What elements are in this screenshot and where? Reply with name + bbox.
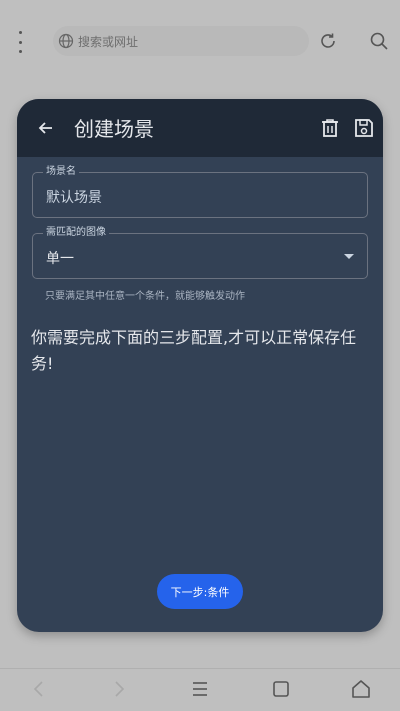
match-image-select[interactable]: 需匹配的图像 单一 <box>32 226 368 279</box>
save-icon[interactable] <box>353 117 375 139</box>
scene-name-value: 默认场景 <box>46 190 102 206</box>
scene-name-label: 场景名 <box>43 165 79 179</box>
browser-top-bar: 搜索或网址 <box>0 0 400 84</box>
match-image-value: 单一 <box>46 251 74 267</box>
address-placeholder: 搜索或网址 <box>78 34 139 49</box>
browser-bottom-nav <box>0 668 400 711</box>
back-icon[interactable] <box>28 678 50 700</box>
forward-icon[interactable] <box>108 678 130 700</box>
match-image-label: 需匹配的图像 <box>43 226 109 240</box>
instruction-text: 你需要完成下面的三步配置,才可以正常保存任务! <box>31 328 357 373</box>
back-arrow-icon[interactable] <box>35 117 57 139</box>
tabs-icon[interactable] <box>270 678 292 700</box>
search-icon[interactable] <box>369 31 389 51</box>
more-vertical-icon[interactable] <box>12 31 28 53</box>
refresh-icon[interactable] <box>318 31 338 51</box>
dropdown-arrow-icon <box>344 254 354 259</box>
helper-text: 只要满足其中任意一个条件，就能够触发动作 <box>45 291 245 302</box>
next-step-button[interactable]: 下一步:条件 <box>157 574 243 609</box>
menu-icon[interactable] <box>189 678 211 700</box>
home-icon[interactable] <box>350 678 372 700</box>
delete-icon[interactable] <box>319 117 341 139</box>
scene-name-field[interactable]: 场景名 默认场景 <box>32 165 368 218</box>
address-bar[interactable]: 搜索或网址 <box>53 26 309 56</box>
create-scene-dialog: 创建场景 场景名 默认场景 需匹配的图像 单一 只要满足其中任意一个条件，就能够… <box>17 99 383 632</box>
dialog-header: 创建场景 <box>17 99 383 157</box>
globe-icon <box>58 33 74 49</box>
dialog-title: 创建场景 <box>74 117 154 141</box>
